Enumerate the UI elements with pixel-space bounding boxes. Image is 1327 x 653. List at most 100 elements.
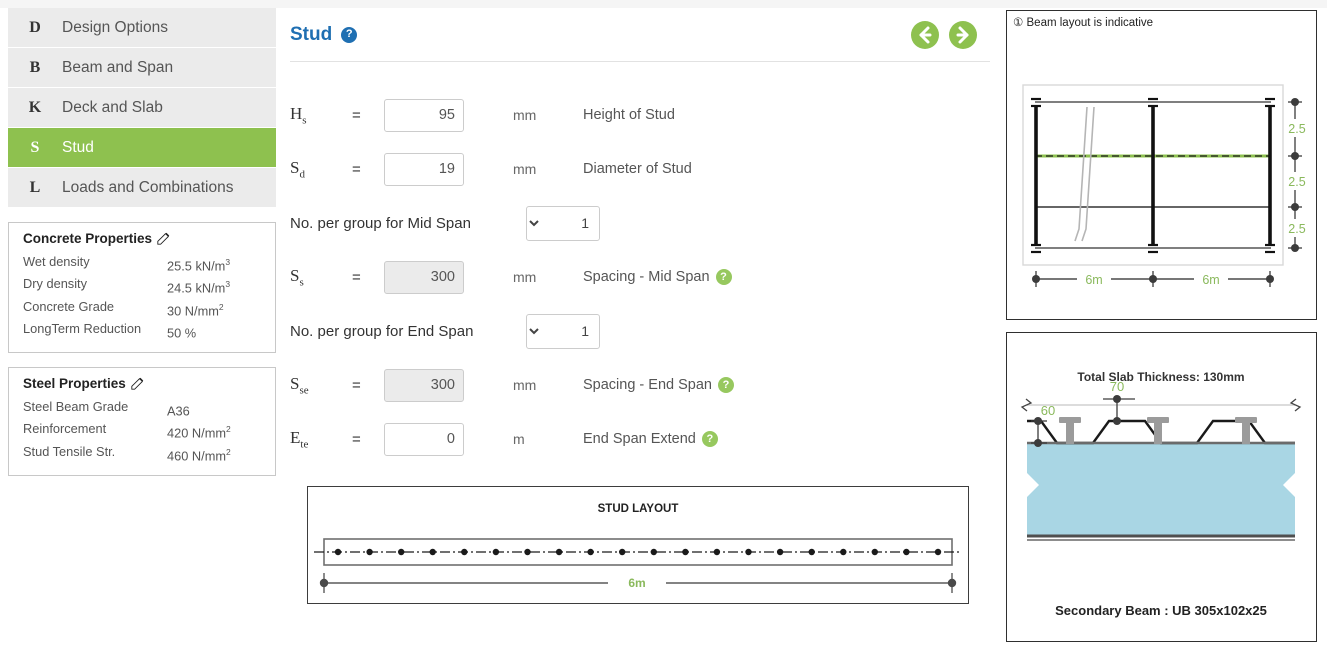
- group-row-mid-span: No. per group for Mid Span 1: [290, 196, 990, 250]
- property-row: Concrete Grade 30 N/mm2: [23, 298, 265, 320]
- beam-layout-note: ① Beam layout is indicative: [1007, 11, 1316, 29]
- field-unit: mm: [513, 107, 537, 123]
- sidebar-item-key: D: [29, 18, 41, 36]
- beam-horizontal-dim: 6m: [1085, 273, 1102, 287]
- stud-layout-title: STUD LAYOUT: [598, 503, 679, 515]
- field-unit: mm: [513, 269, 537, 285]
- property-name: Dry density: [23, 276, 88, 292]
- field-row-end-span-extend: Ete = m End Span Extend?: [290, 412, 990, 466]
- secondary-beam-caption: Secondary Beam : UB 305x102x25: [1055, 603, 1267, 618]
- property-name: Reinforcement: [23, 421, 107, 437]
- stud-marker: [713, 548, 721, 556]
- property-value: 420 N/mm2: [167, 424, 231, 441]
- field-row-diameter-of-stud: Sd = mm Diameter of Stud: [290, 142, 990, 196]
- field-symbol: Ss: [290, 265, 304, 289]
- sidebar-item-deck-and-slab[interactable]: K Deck and Slab: [8, 88, 276, 128]
- stud-marker: [871, 548, 878, 556]
- sidebar-item-key: B: [29, 58, 41, 76]
- concrete-properties-card: Concrete Properties Wet density 25.5 kN/…: [8, 222, 276, 354]
- field-unit: mm: [513, 377, 537, 393]
- property-name: LongTerm Reduction: [23, 320, 142, 336]
- deck-section-panel: Total Slab Thickness: 130mm 70 60 Second…: [1006, 332, 1317, 642]
- main-content: Stud ? Hs = 95 mm Height of Stud Sd = 19…: [290, 8, 990, 648]
- field-description: Diameter of Stud: [583, 161, 692, 177]
- field-symbol: Hs: [290, 103, 307, 127]
- field-row-spacing-end-span: Sse = mm Spacing - End Span?: [290, 358, 990, 412]
- property-value: 50 %: [167, 325, 197, 341]
- slab-thickness-title: Total Slab Thickness: 130mm: [1077, 370, 1244, 384]
- stud-marker: [524, 548, 531, 556]
- spacing-mid-span-input[interactable]: [384, 260, 464, 294]
- field-description: End Span Extend?: [583, 431, 718, 447]
- stud-marker: [934, 548, 942, 556]
- steel-properties-title-text: Steel Properties: [23, 376, 126, 392]
- group-end-span-label: No. per group for End Span: [290, 322, 474, 340]
- sidebar-item-design-options[interactable]: D Design Options: [8, 8, 276, 48]
- property-value: 24.5 kN/m3: [167, 279, 231, 296]
- diameter-of-stud-input[interactable]: [384, 152, 464, 186]
- sidebar-item-label: Deck and Slab: [62, 98, 163, 116]
- sidebar-item-stud[interactable]: S Stud: [8, 128, 276, 168]
- edit-pencil-icon[interactable]: [157, 232, 170, 245]
- sidebar-item-key: L: [29, 178, 41, 196]
- property-value: 460 N/mm2: [167, 446, 231, 463]
- end-span-extend-input[interactable]: [384, 422, 464, 456]
- beam-layout-note-text: Beam layout is indicative: [1026, 17, 1154, 29]
- equals-sign: =: [352, 376, 361, 394]
- application-root: D Design Options B Beam and Span K Deck …: [0, 0, 1327, 653]
- field-unit: mm: [513, 161, 537, 177]
- stud-marker: [650, 548, 657, 556]
- step-navigation: [910, 20, 978, 50]
- beam-horizontal-dim: 6m: [1202, 273, 1219, 287]
- group-mid-span-select[interactable]: 1: [526, 205, 600, 241]
- beam-layout-panel: ① Beam layout is indicative 2.5 2.5 2.5 …: [1006, 10, 1317, 320]
- sidebar-item-beam-and-span[interactable]: B Beam and Span: [8, 48, 276, 88]
- property-value: 30 N/mm2: [167, 301, 224, 318]
- field-symbol: Ete: [290, 427, 309, 451]
- beam-vertical-dim: 2.5: [1288, 175, 1305, 189]
- help-circle-icon[interactable]: ?: [717, 377, 734, 393]
- stud-marker: [840, 548, 847, 556]
- arrow-right-circle-icon[interactable]: [948, 20, 978, 50]
- field-description: Spacing - End Span?: [583, 377, 734, 393]
- help-circle-icon[interactable]: ?: [715, 269, 732, 285]
- group-end-span-select[interactable]: 1: [526, 313, 600, 349]
- top-strip: [0, 0, 1327, 8]
- equals-sign: =: [352, 430, 361, 448]
- help-circle-icon[interactable]: ?: [701, 431, 718, 447]
- property-name: Concrete Grade: [23, 298, 115, 314]
- field-symbol: Sd: [290, 157, 305, 181]
- sidebar-item-key: K: [28, 98, 42, 116]
- height-of-stud-input[interactable]: [384, 98, 464, 132]
- stud-marker: [745, 548, 752, 556]
- property-value: A36: [167, 403, 190, 419]
- deck-dim-left: 60: [1041, 403, 1055, 418]
- stud-marker: [808, 548, 815, 556]
- stud-marker: [398, 548, 405, 556]
- deck-dim-top: 70: [1110, 379, 1124, 394]
- spacing-end-span-input[interactable]: [384, 368, 464, 402]
- stud-form: Hs = mm Height of Stud Sd = mm Diameter …: [290, 62, 990, 466]
- stud-marker: [903, 548, 910, 556]
- stud-marker: [334, 548, 342, 556]
- arrow-left-circle-icon[interactable]: [910, 20, 940, 50]
- property-name: Wet density: [23, 254, 90, 269]
- stud-marker: [619, 548, 626, 556]
- equals-sign: =: [352, 268, 361, 286]
- field-symbol: Sse: [290, 373, 309, 397]
- stud-marker: [461, 548, 468, 556]
- sidebar-item-label: Stud: [62, 138, 94, 156]
- edit-pencil-icon[interactable]: [131, 377, 144, 390]
- property-value: 25.5 kN/m3: [167, 257, 231, 274]
- concrete-properties-title: Concrete Properties: [23, 231, 265, 246]
- steel-properties-card: Steel Properties Steel Beam Grade A36 Re…: [8, 367, 276, 476]
- stud-marker: [776, 548, 784, 556]
- property-row: Dry density 24.5 kN/m3: [23, 275, 265, 297]
- stud-layout-figure: STUD LAYOUT 6m: [307, 486, 969, 604]
- property-row: Steel Beam Grade A36: [23, 398, 265, 420]
- help-circle-icon[interactable]: ?: [341, 26, 358, 43]
- property-row: Wet density 25.5 kN/m3: [23, 253, 265, 275]
- sidebar-item-loads-and-combinations[interactable]: L Loads and Combinations: [8, 168, 276, 208]
- field-unit: m: [513, 431, 525, 447]
- field-row-spacing-mid-span: Ss = mm Spacing - Mid Span?: [290, 250, 990, 304]
